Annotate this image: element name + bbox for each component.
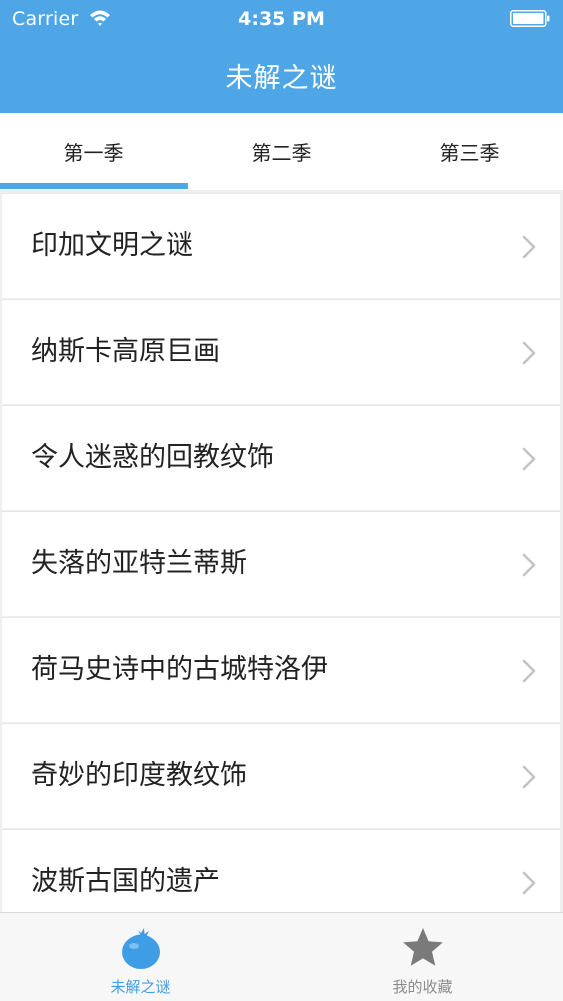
tabbar-label-favorites: 我的收藏 (392, 978, 453, 996)
chevron-right-icon (522, 765, 536, 789)
tab-season-3[interactable]: 第三季 (376, 113, 563, 190)
star-icon (402, 928, 443, 966)
chevron-right-icon (522, 341, 536, 365)
app-screen: Carrier 4:35 PM 未解之谜 第一季 第二季 第三季 印加文明之谜 (0, 0, 563, 1001)
list-item[interactable]: 荷马史诗中的古城特洛伊 (2, 617, 560, 722)
list-item[interactable]: 令人迷惑的回教纹饰 (2, 405, 560, 510)
list-item-label: 印加文明之谜 (31, 230, 193, 261)
list-item-label: 令人迷惑的回教纹饰 (31, 442, 274, 473)
tab-season-2[interactable]: 第二季 (188, 113, 375, 190)
list-item[interactable]: 波斯古国的遗产 (2, 829, 560, 912)
chevron-right-icon (522, 659, 536, 683)
tab-selected-indicator (0, 183, 188, 189)
list-item-label: 纳斯卡高原巨画 (31, 336, 220, 367)
chevron-right-icon (522, 235, 536, 259)
chevron-right-icon (522, 871, 536, 895)
list-item-label: 荷马史诗中的古城特洛伊 (31, 654, 328, 685)
tabbar-item-favorites[interactable]: 我的收藏 (282, 913, 563, 1001)
tabbar-label-mysteries: 未解之谜 (110, 978, 171, 996)
bottom-tab-bar: 未解之谜 我的收藏 (0, 912, 563, 1001)
chevron-right-icon (522, 553, 536, 577)
list-item[interactable]: 奇妙的印度教纹饰 (2, 723, 560, 828)
list-item-label: 失落的亚特兰蒂斯 (31, 548, 247, 579)
list-item-label: 奇妙的印度教纹饰 (31, 760, 247, 791)
tab-season-1[interactable]: 第一季 (0, 113, 187, 190)
page-title: 未解之谜 (225, 63, 338, 94)
mystery-list: 印加文明之谜 纳斯卡高原巨画 令人迷惑的回教纹饰 失落的亚特兰蒂斯 荷马史诗中的… (0, 190, 563, 912)
battery-icon (510, 10, 550, 27)
status-time: 4:35 PM (238, 8, 325, 30)
status-bar: Carrier 4:35 PM (0, 0, 563, 38)
list-item[interactable]: 纳斯卡高原巨画 (2, 299, 560, 404)
chevron-right-icon (522, 447, 536, 471)
tabbar-item-mysteries[interactable]: 未解之谜 (0, 913, 281, 1001)
list-item[interactable]: 印加文明之谜 (2, 193, 560, 298)
list-item[interactable]: 失落的亚特兰蒂斯 (2, 511, 560, 616)
season-tabs: 第一季 第二季 第三季 (0, 113, 563, 191)
app-header: Carrier 4:35 PM 未解之谜 (0, 0, 563, 113)
list-item-label: 波斯古国的遗产 (31, 866, 220, 897)
tomato-icon (121, 928, 160, 969)
